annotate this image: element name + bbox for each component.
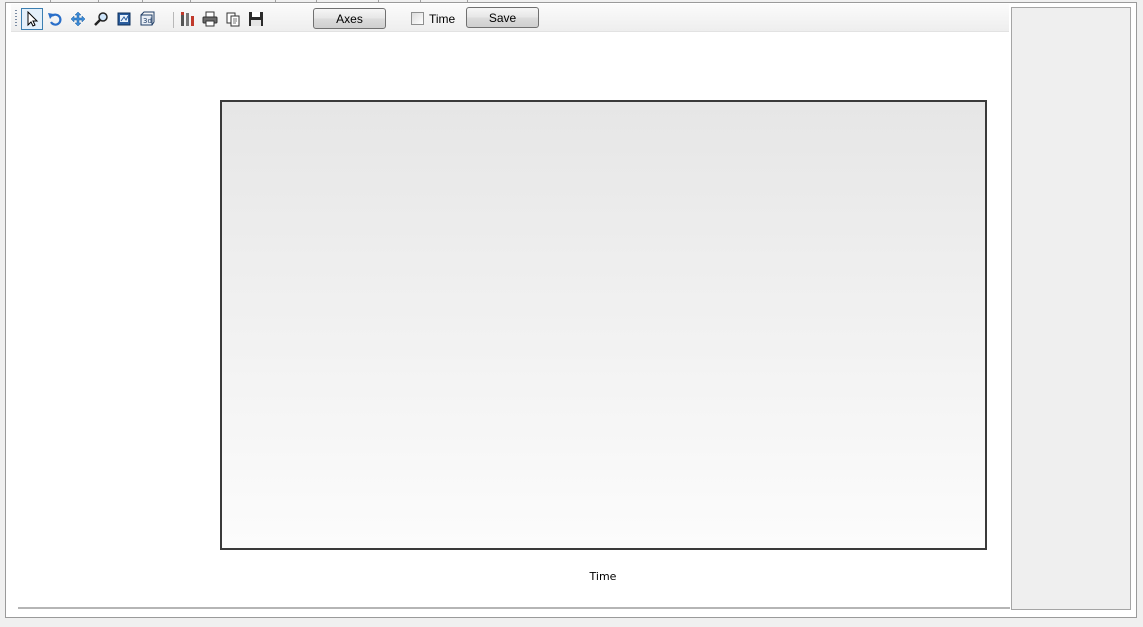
- copy-tool-button[interactable]: [222, 8, 244, 30]
- zoom-box-icon: [117, 12, 131, 26]
- save-icon: [249, 12, 263, 26]
- undo-icon: [48, 13, 62, 26]
- plot-area[interactable]: [220, 100, 987, 550]
- 3d-view-tool-button[interactable]: 3d: [136, 8, 158, 30]
- zoom-icon: [94, 12, 108, 26]
- toolbar-grip[interactable]: [15, 10, 17, 26]
- x-axis-label: Time: [589, 570, 617, 583]
- chart-properties-icon: [181, 12, 194, 26]
- legend-panel: [1011, 7, 1131, 610]
- pointer-tool-button[interactable]: [21, 8, 43, 30]
- pan-icon: [70, 11, 86, 27]
- zoom-box-tool-button[interactable]: [113, 8, 135, 30]
- print-tool-button[interactable]: [199, 8, 221, 30]
- chart-properties-tool-button[interactable]: [176, 8, 198, 30]
- print-icon: [202, 11, 218, 27]
- 3d-view-icon: 3d: [140, 11, 155, 26]
- pan-tool-button[interactable]: [67, 8, 89, 30]
- pointer-icon: [27, 11, 39, 27]
- zoom-tool-button[interactable]: [90, 8, 112, 30]
- save-tool-button[interactable]: [245, 8, 267, 30]
- toolbar-separator: [173, 12, 174, 28]
- svg-text:3d: 3d: [143, 17, 152, 25]
- time-checkbox-label[interactable]: Time: [429, 12, 455, 26]
- save-button[interactable]: Save: [466, 7, 539, 28]
- copy-icon: [226, 12, 240, 27]
- undo-tool-button[interactable]: [44, 8, 66, 30]
- time-checkbox[interactable]: [411, 12, 424, 25]
- horizontal-divider: [18, 607, 1010, 609]
- axes-button[interactable]: Axes: [313, 8, 386, 29]
